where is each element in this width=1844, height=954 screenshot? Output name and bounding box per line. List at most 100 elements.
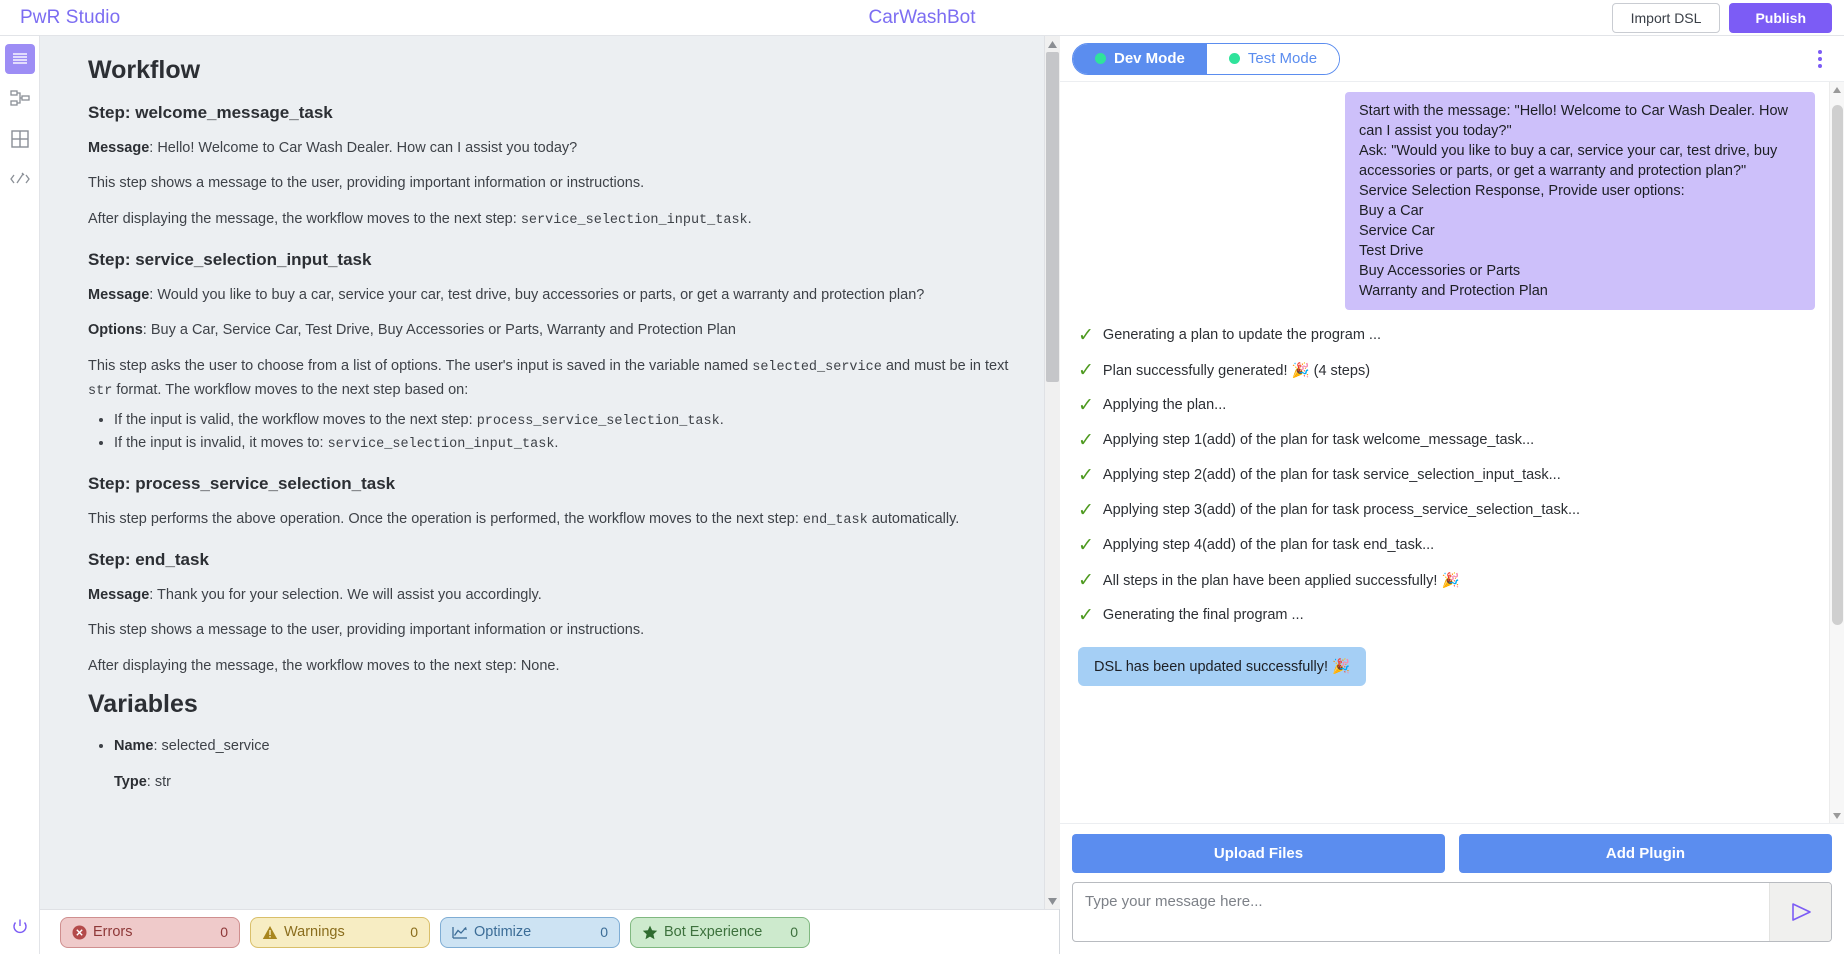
step-description: This step shows a message to the user, p… (88, 622, 645, 639)
chat-status-text: Applying step 2(add) of the plan for tas… (1102, 467, 1561, 483)
status-chip-warnings[interactable]: Warnings 0 (250, 916, 430, 948)
sidebar-item-grid[interactable] (5, 124, 35, 154)
check-icon: ✓ (1078, 605, 1094, 626)
variables-list: Name: selected_service (114, 735, 1014, 758)
chat-status-text: Generating the final program ... (1102, 607, 1304, 623)
top-bar-actions: Import DSL Publish (1611, 2, 1832, 33)
step-options: Options: Buy a Car, Service Car, Test Dr… (88, 319, 1014, 341)
type-code: str (88, 383, 113, 399)
doc-title: Workflow (88, 56, 201, 84)
left-icon-rail (0, 36, 40, 954)
variable-type-label: Type (114, 774, 147, 791)
body-pre: This step asks the user to choose from a… (88, 357, 753, 374)
scrollbar-thumb[interactable] (1045, 52, 1059, 382)
next-step-code: end_task (802, 512, 868, 528)
bullet-pre: If the input is valid, the workflow move… (114, 411, 477, 428)
workflow-panel: Workflow Step: welcome_message_task Mess… (40, 36, 1060, 954)
check-icon: ✓ (1078, 535, 1094, 556)
check-icon: ✓ (1078, 325, 1094, 346)
step-description: This step shows a message to the user, p… (88, 175, 645, 192)
chat-action-buttons: Upload Files Add Plugin (1072, 834, 1832, 873)
message-value: : Would you like to buy a car, service y… (149, 286, 925, 303)
chat-message-bot: DSL has been updated successfully! 🎉 (1078, 647, 1367, 686)
publish-button[interactable]: Publish (1729, 2, 1832, 33)
status-chip-optimize[interactable]: Optimize 0 (440, 916, 620, 948)
body-pre: This step performs the above operation. … (88, 510, 803, 527)
message-value: : Thank you for your selection. We will … (149, 586, 542, 603)
message-value: : Hello! Welcome to Car Wash Dealer. How… (149, 140, 578, 156)
top-bar: PwR Studio CarWashBot Import DSL Publish (0, 0, 1844, 36)
chat-scrollbar[interactable] (1829, 82, 1844, 823)
chat-status-line: ✓ Applying the plan... (1078, 395, 1815, 416)
step-heading: Step: end_task (88, 549, 209, 569)
status-bar: Errors 0 Warnings 0 Optimize 0 Bot Exper… (40, 909, 1059, 954)
workflow-document: Workflow Step: welcome_message_task Mess… (40, 36, 1044, 909)
bullet-code: process_service_selection_task (476, 413, 720, 429)
chat-status-line: ✓ Applying step 3(add) of the plan for ta… (1078, 500, 1815, 521)
chat-status-text: Applying step 1(add) of the plan for tas… (1102, 432, 1535, 448)
chat-status-text: Generating a plan to update the program … (1102, 327, 1382, 343)
next-post: . (555, 657, 560, 674)
chat-message-list: Start with the message: "Hello! Welcome … (1060, 82, 1844, 823)
tab-test-mode[interactable]: Test Mode (1206, 43, 1340, 74)
chat-scrollbar-track[interactable] (1829, 97, 1844, 808)
chat-status-line: ✓ Applying step 1(add) of the plan for ta… (1078, 430, 1815, 451)
upload-files-button[interactable]: Upload Files (1072, 834, 1445, 873)
check-icon: ✓ (1078, 430, 1094, 451)
chat-status-text: Applying the plan... (1102, 397, 1227, 413)
power-button[interactable] (5, 912, 35, 942)
warning-triangle-icon (262, 925, 278, 939)
import-dsl-button[interactable]: Import DSL (1611, 2, 1721, 33)
step-message: Message: Would you like to buy a car, se… (88, 284, 1014, 306)
kebab-menu-icon (1818, 49, 1822, 54)
scrollbar-track[interactable] (1044, 52, 1060, 893)
check-icon: ✓ (1078, 395, 1094, 416)
tab-dev-mode[interactable]: Dev Mode (1073, 43, 1207, 74)
workflow-scrollbar[interactable] (1044, 36, 1060, 909)
step-heading: Step: process_service_selection_task (88, 473, 396, 493)
chat-scroll-up-button[interactable] (1830, 82, 1844, 97)
sidebar-item-flow[interactable] (5, 84, 35, 114)
sidebar-item-code[interactable] (5, 164, 35, 194)
chat-scrollbar-thumb[interactable] (1831, 105, 1843, 625)
next-post: . (747, 210, 752, 227)
step-heading: Step: service_selection_input_task (88, 249, 372, 269)
check-icon: ✓ (1078, 500, 1094, 521)
chat-message-user: Start with the message: "Hello! Welcome … (1345, 92, 1815, 310)
status-chip-bot-experience[interactable]: Bot Experience 0 (630, 916, 810, 948)
status-chip-label: Errors (93, 924, 133, 940)
variable-name-label: Name (114, 738, 154, 755)
send-message-button[interactable] (1769, 883, 1831, 941)
list-item: Name: selected_service (114, 735, 1014, 758)
check-icon: ✓ (1078, 465, 1094, 486)
sidebar-item-document[interactable] (4, 44, 35, 74)
step-message: Message: Hello! Welcome to Car Wash Deal… (88, 137, 1014, 159)
next-step-value: None (520, 657, 556, 674)
chat-scroll-down-button[interactable] (1830, 808, 1844, 823)
tab-dev-mode-label: Dev Mode (1114, 50, 1185, 67)
variable-name-value: : selected_service (153, 738, 270, 755)
scroll-up-button[interactable] (1044, 36, 1060, 52)
status-chip-count: 0 (600, 924, 608, 940)
status-chip-errors[interactable]: Errors 0 (60, 916, 240, 948)
flow-hierarchy-icon (9, 90, 30, 106)
document-lines-icon (12, 53, 27, 64)
next-pre: After displaying the message, the workfl… (88, 210, 521, 227)
kebab-menu-button[interactable] (1814, 46, 1826, 72)
check-icon: ✓ (1078, 360, 1094, 381)
options-value: : Buy a Car, Service Car, Test Drive, Bu… (142, 322, 736, 339)
chat-status-line: ✓ All steps in the plan have been applied… (1078, 570, 1815, 591)
message-label: Message (88, 286, 150, 303)
scroll-down-button[interactable] (1044, 893, 1060, 909)
variable-type: Type: str (114, 771, 1014, 793)
chat-status-line: ✓ Generating a plan to update the program… (1078, 325, 1815, 346)
status-chip-label: Warnings (284, 924, 345, 940)
next-step-code: service_selection_input_task (520, 212, 748, 228)
step-body: This step asks the user to choose from a… (88, 355, 1014, 403)
grid-icon (10, 130, 29, 148)
check-icon: ✓ (1078, 570, 1094, 591)
chat-message-input[interactable] (1073, 883, 1769, 941)
add-plugin-button[interactable]: Add Plugin (1459, 834, 1832, 873)
status-chip-count: 0 (790, 924, 798, 940)
chevron-down-icon (1833, 812, 1841, 819)
